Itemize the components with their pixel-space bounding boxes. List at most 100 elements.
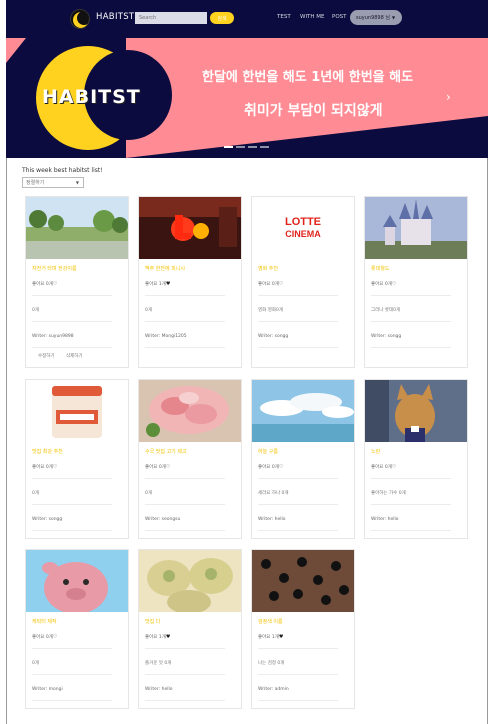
card-description: 0개 — [145, 308, 153, 313]
card-description: 즐거운 맛 0개 — [145, 661, 172, 666]
habit-card[interactable]: 롯데월드 좋아요 0개♡ 그리나 롯데0개 Writer: songg — [364, 196, 468, 368]
card-title[interactable]: 맥주 한잔에 피니시 — [145, 265, 185, 272]
divider — [145, 504, 225, 505]
card-likes: 좋아요 0개♡ — [371, 281, 396, 287]
card-likes: 좋아요 0개♡ — [32, 634, 57, 640]
card-description: 그리나 롯데0개 — [371, 308, 401, 313]
card-thumbnail[interactable] — [26, 380, 128, 442]
nav-link-test[interactable]: TEST — [277, 14, 291, 20]
heart-icon[interactable]: ♡ — [392, 281, 396, 287]
divider — [258, 674, 338, 675]
card-writer: Writer: hello — [145, 687, 173, 692]
card-title[interactable]: 자전거 타며 한강이름 — [32, 265, 77, 272]
card-thumbnail[interactable] — [365, 197, 467, 259]
nav-link-with-me[interactable]: WITH ME — [300, 14, 325, 20]
divider — [145, 674, 225, 675]
like-count: 좋아요 0개 — [32, 282, 53, 287]
habit-card[interactable]: 맛집 다 좋아요 1개♥ 즐거운 맛 0개 Writer: hello — [138, 549, 242, 709]
logo-icon[interactable] — [70, 9, 90, 29]
card-likes: 좋아요 1개♥ — [258, 634, 283, 640]
heart-filled-icon[interactable]: ♥ — [279, 634, 283, 640]
card-thumbnail[interactable] — [26, 197, 128, 259]
card-title[interactable]: 맛집 다 — [145, 618, 160, 625]
card-writer: Writer: songg — [32, 517, 63, 522]
carousel-dot[interactable] — [236, 146, 245, 148]
heart-icon[interactable]: ♡ — [53, 281, 57, 287]
card-title[interactable]: 노란 — [371, 448, 380, 455]
card-title[interactable]: 검정색 이름 — [258, 618, 283, 625]
heart-icon[interactable]: ♡ — [279, 281, 283, 287]
edit-button[interactable]: 수정하기 — [38, 353, 55, 359]
nav-link-post[interactable]: POST — [332, 14, 347, 20]
carousel-dot[interactable] — [248, 146, 257, 148]
habit-card[interactable]: 캐릭터 제작 좋아요 0개♡ 0개 Writer: mongi — [25, 549, 129, 709]
divider — [32, 321, 112, 322]
card-thumbnail[interactable] — [26, 550, 128, 612]
divider — [32, 478, 112, 479]
card-thumbnail[interactable] — [252, 550, 354, 612]
habit-card[interactable]: 수국 맛집 고기 제고 좋아요 0개♡ 0개 Writer: seongsu — [138, 379, 242, 539]
habit-card[interactable]: 검정색 이름 좋아요 1개♥ 나는 검정 0개 Writer: admin — [251, 549, 355, 709]
brand-name[interactable]: HABITST — [96, 12, 134, 22]
habit-card[interactable]: 맛집 최강 추천 좋아요 0개♡ 0개 Writer: songg — [25, 379, 129, 539]
card-thumbnail[interactable] — [139, 380, 241, 442]
card-writer: Writer: suyun9898 — [32, 334, 74, 339]
card-title[interactable]: 하늘 구름 — [258, 448, 278, 455]
svg-text:LOTTE: LOTTE — [285, 216, 321, 228]
divider — [32, 504, 112, 505]
divider — [32, 530, 112, 531]
heart-filled-icon[interactable]: ♥ — [166, 281, 170, 287]
card-description: 0개 — [145, 491, 153, 496]
heart-icon[interactable]: ♡ — [53, 464, 57, 470]
section-title: This week best habitst list! — [22, 167, 103, 174]
card-description: 0개 — [32, 661, 40, 666]
card-thumbnail[interactable] — [139, 197, 241, 259]
like-count: 좋아요 1개 — [145, 282, 166, 287]
banner-logo-text: HABITST — [42, 86, 141, 108]
carousel-dot[interactable] — [224, 146, 233, 148]
card-description: 영화 영화0개 — [258, 308, 283, 313]
card-thumbnail[interactable] — [252, 380, 354, 442]
card-writer: Writer: songg — [371, 334, 402, 339]
card-thumbnail[interactable] — [365, 380, 467, 442]
habit-card[interactable]: 하늘 구름 좋아요 0개♡ 세라요 하나 0개 Writer: hello — [251, 379, 355, 539]
search-button[interactable]: 검색 — [210, 12, 234, 24]
divider — [258, 478, 338, 479]
habit-card[interactable]: 노란 좋아요 0개♡ 좋아하는 가수 0개 Writer: hello — [364, 379, 468, 539]
carousel-dot[interactable] — [260, 146, 269, 148]
divider — [145, 321, 225, 322]
divider — [258, 700, 338, 701]
heart-icon[interactable]: ♡ — [279, 464, 283, 470]
heart-icon[interactable]: ♡ — [392, 464, 396, 470]
delete-button[interactable]: 삭제하기 — [66, 353, 83, 359]
sort-select[interactable]: 정렬하기 ▼ — [22, 177, 84, 188]
chevron-down-icon: ▼ — [75, 180, 79, 185]
like-count: 좋아요 0개 — [258, 465, 279, 470]
card-likes: 좋아요 0개♡ — [145, 464, 170, 470]
card-title[interactable]: 맛집 최강 추천 — [32, 448, 63, 455]
card-thumbnail[interactable] — [139, 550, 241, 612]
habit-card[interactable]: 자전거 타며 한강이름 좋아요 0개♡ 0개 Writer: suyun9898… — [25, 196, 129, 368]
chevron-right-icon[interactable]: › — [446, 90, 451, 104]
search-input[interactable] — [135, 12, 207, 24]
card-description: 좋아하는 가수 0개 — [371, 491, 406, 496]
habit-card[interactable]: 맥주 한잔에 피니시 좋아요 1개♥ 0개 Writer: Mongi1205 — [138, 196, 242, 368]
heart-filled-icon[interactable]: ♥ — [166, 634, 170, 640]
card-writer: Writer: Mongi1205 — [145, 334, 187, 339]
like-count: 좋아요 0개 — [371, 282, 392, 287]
habit-card[interactable]: LOTTE CINEMA 영화 추천 좋아요 0개♡ 영화 영화0개 Writer… — [251, 196, 355, 368]
card-writer: Writer: seongsu — [145, 517, 181, 522]
card-title[interactable]: 캐릭터 제작 — [32, 618, 57, 625]
card-title[interactable]: 롯데월드 — [371, 265, 389, 272]
divider — [32, 674, 112, 675]
user-menu-button[interactable]: suyun9898 님 ▼ — [350, 10, 402, 25]
like-count: 좋아요 0개 — [32, 635, 53, 640]
card-title[interactable]: 영화 추천 — [258, 265, 278, 272]
card-title[interactable]: 수국 맛집 고기 제고 — [145, 448, 187, 455]
heart-icon[interactable]: ♡ — [166, 464, 170, 470]
card-writer: Writer: songg — [258, 334, 289, 339]
card-thumbnail[interactable]: LOTTE CINEMA — [252, 197, 354, 259]
divider — [32, 700, 112, 701]
card-likes: 좋아요 0개♡ — [258, 281, 283, 287]
heart-icon[interactable]: ♡ — [53, 634, 57, 640]
